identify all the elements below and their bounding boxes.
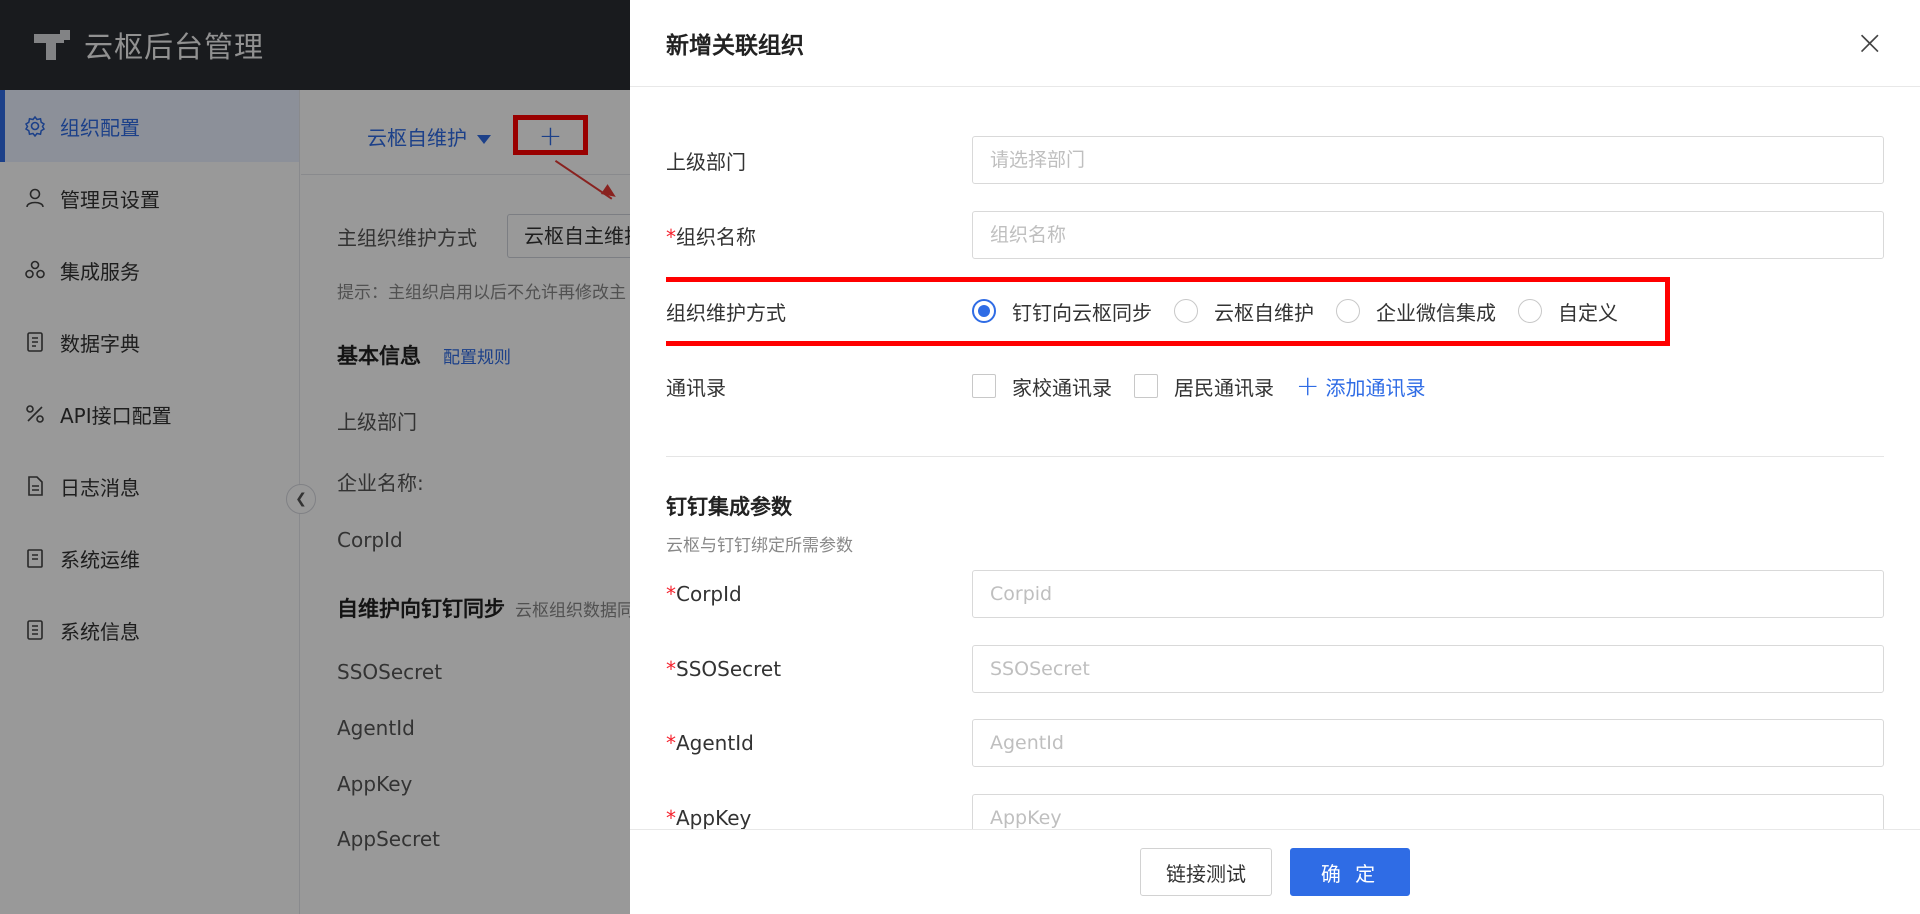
drawer-title: 新增关联组织 (666, 33, 804, 59)
plus-icon: + (1296, 369, 1320, 402)
contacts-label: 通讯录 (666, 375, 726, 400)
add-contacts-link[interactable]: + 添加通讯录 (1296, 372, 1425, 401)
section-divider (666, 456, 1884, 457)
ssosecret-input[interactable]: SSOSecret (972, 645, 1884, 693)
annotation-highlight-box (666, 277, 1670, 346)
appkey-input[interactable]: AppKey (972, 794, 1884, 829)
contacts-row: 通讯录 家校通讯录 居民通讯录 + 添加通讯录 (666, 361, 1884, 411)
org-name-label: *组织名称 (666, 224, 756, 249)
agentid-row: *AgentId AgentId (666, 718, 1884, 768)
add-org-drawer: 新增关联组织 × 上级部门 请选择部门 *组织名称 组织名称 组织维护方式 钉钉… (630, 0, 1920, 914)
checkbox-school-contacts[interactable]: 家校通讯录 (972, 372, 1112, 401)
link-test-button[interactable]: 链接测试 (1140, 848, 1272, 896)
parent-dept-label: 上级部门 (666, 149, 746, 174)
agentid-label: *AgentId (666, 731, 754, 755)
corpid-row: *CorpId Corpid (666, 569, 1884, 619)
ssosecret-row: *SSOSecret SSOSecret (666, 644, 1884, 694)
org-name-input[interactable]: 组织名称 (972, 211, 1884, 259)
corpid-input[interactable]: Corpid (972, 570, 1884, 618)
parent-dept-select[interactable]: 请选择部门 (972, 136, 1884, 184)
org-name-row: *组织名称 组织名称 (666, 210, 1884, 260)
drawer-header: 新增关联组织 × (630, 0, 1920, 87)
close-icon[interactable]: × (1856, 26, 1885, 60)
confirm-button[interactable]: 确 定 (1290, 848, 1410, 896)
org-form: 上级部门 请选择部门 *组织名称 组织名称 组织维护方式 钉钉向云枢同步 云枢自… (666, 87, 1884, 829)
parent-dept-row: 上级部门 请选择部门 (666, 135, 1884, 185)
ssosecret-label: *SSOSecret (666, 657, 782, 681)
dingtalk-params-subtitle: 云枢与钉钉绑定所需参数 (666, 536, 853, 556)
dingtalk-params-title: 钉钉集成参数 (666, 495, 792, 519)
corpid-label: *CorpId (666, 582, 742, 606)
checkbox-icon (972, 374, 996, 398)
agentid-input[interactable]: AgentId (972, 719, 1884, 767)
appkey-label: *AppKey (666, 806, 752, 829)
appkey-row: *AppKey AppKey (666, 793, 1884, 829)
modal-mask[interactable] (0, 0, 630, 914)
drawer-footer: 链接测试 确 定 (630, 829, 1920, 914)
checkbox-icon (1134, 374, 1158, 398)
checkbox-resident-contacts[interactable]: 居民通讯录 (1134, 372, 1274, 401)
